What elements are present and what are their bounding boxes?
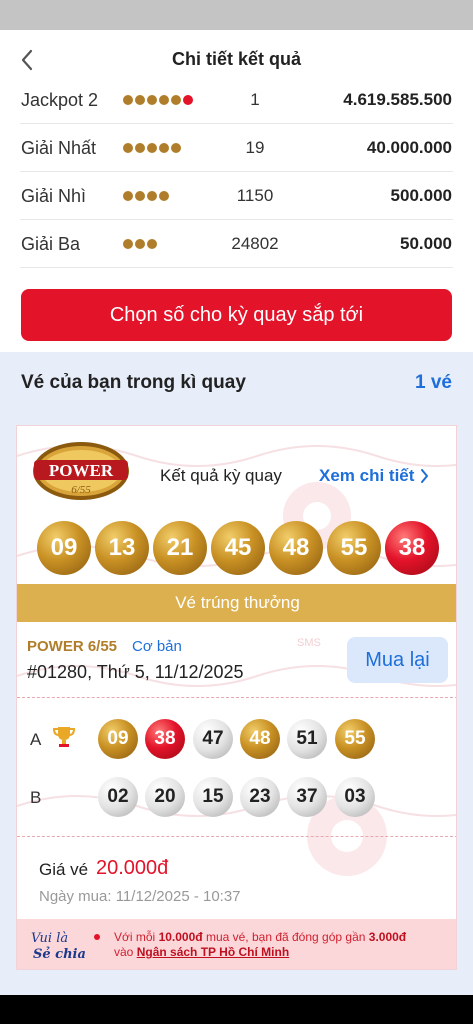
prize-winners: 24802 [231,234,279,253]
slogan-logo: Vui là Sẻ chia [31,931,100,962]
rebuy-button[interactable]: Mua lại [347,637,448,683]
game-name: POWER 6/55 [27,638,118,655]
result-label: Kết quả kỳ quay [160,466,282,485]
win-banner: Vé trúng thưởng [17,584,456,622]
result-ball: 55 [327,521,381,575]
footer-amount: 10.000đ [158,930,203,944]
purchase-date: Ngày mua: 11/12/2025 - 10:37 [39,888,241,905]
prize-winners: 1150 [236,186,274,205]
gold-dot [123,191,133,201]
tickets-title: Vé của bạn trong kì quay [21,372,246,393]
power-655-logo: POWER 6/55 [33,442,129,500]
ticket-ball: 23 [240,777,280,817]
prize-name: Giải Ba [21,234,81,254]
prize-amount: 40.000.000 [366,138,452,157]
ticket-card: SMS POWER 6/55 Kết quả kỳ quay Xem chi t… [16,425,457,970]
ticket-ball: 09 [98,719,138,759]
contribution-banner: Vui là Sẻ chia Với mỗi 10.000đ mua vé, b… [17,919,456,969]
gold-dot [147,95,157,105]
view-detail-link[interactable]: Xem chi tiết [319,466,429,486]
gold-dot [123,95,133,105]
gold-dot [147,143,157,153]
price-value: 20.000đ [96,857,169,879]
footer-vao: vào [114,945,134,959]
svg-text:6/55: 6/55 [71,484,91,496]
result-ball: 21 [153,521,207,575]
svg-text:Sẻ chia: Sẻ chia [33,946,86,962]
svg-text:POWER: POWER [49,461,114,480]
svg-text:SMS: SMS [297,637,321,649]
gold-dot [123,143,133,153]
footer-amount: 3.000đ [368,930,407,944]
chevron-left-icon [21,49,33,71]
ticket-ball: 20 [145,777,185,817]
svg-text:Vui là: Vui là [31,931,68,946]
dashed-divider [17,697,456,698]
prize-dots [123,239,157,249]
red-dot [183,95,193,105]
prize-dots [123,143,181,153]
ticket-ball: 38 [145,719,185,759]
view-detail-label: Xem chi tiết [319,466,415,485]
gold-dot [135,191,145,201]
gold-dot [159,191,169,201]
result-ball: 45 [211,521,265,575]
ticket-ball: 48 [240,719,280,759]
prize-amount: 500.000 [390,186,452,205]
gold-dot [171,95,181,105]
prize-row: Jackpot 2 1 4.619.585.500 [20,76,453,124]
gold-dot [147,239,157,249]
prize-row: Giải Ba 24802 50.000 [20,220,453,268]
power-ball: 38 [385,521,439,575]
navigation-bar [0,995,473,1024]
ticket-ball: 03 [335,777,375,817]
ticket-count[interactable]: 1 vé [415,372,452,394]
gold-dot [159,95,169,105]
gold-dot [159,143,169,153]
prize-row: Giải Nhất 19 40.000.000 [20,124,453,172]
ticket-ball: 51 [287,719,327,759]
prize-amount: 4.619.585.500 [343,90,452,109]
prize-row: Giải Nhì 1150 500.000 [20,172,453,220]
prize-dots [123,191,169,201]
price-label: Giá vé [39,860,89,879]
pick-numbers-button[interactable]: Chọn số cho kỳ quay sắp tới [21,289,452,341]
chevron-right-icon [421,469,429,483]
prize-winners: 1 [250,90,260,109]
gold-dot [171,143,181,153]
gold-dot [135,95,145,105]
dashed-divider [17,836,456,837]
status-bar [0,0,473,30]
prize-name: Giải Nhất [21,138,97,158]
trophy-icon [53,727,75,747]
gold-dot [135,239,145,249]
ticket-ball: 55 [335,719,375,759]
row-letter: A [30,730,42,749]
back-button[interactable] [14,47,40,73]
result-ball: 48 [269,521,323,575]
ticket-ball: 37 [287,777,327,817]
prize-winners: 19 [245,138,265,157]
result-ball: 13 [95,521,149,575]
ticket-ball: 15 [193,777,233,817]
footer-prefix: Với mỗi [114,930,156,944]
footer-middle: mua vé, bạn đã đóng góp gần [205,930,366,944]
gold-dot [147,191,157,201]
draw-info: #01280, Thứ 5, 11/12/2025 [27,662,244,682]
gold-dot [135,143,145,153]
page-title: Chi tiết kết quả [171,48,301,69]
contribution-text: Với mỗi 10.000đ mua vé, bạn đã đóng góp … [114,930,452,960]
prize-dots [123,95,193,105]
budget-link[interactable]: Ngân sách TP Hồ Chí Minh [137,945,289,959]
prize-amount: 50.000 [400,234,452,253]
gold-dot [123,239,133,249]
prize-name: Giải Nhì [21,186,87,206]
ticket-ball: 47 [193,719,233,759]
result-ball: 09 [37,521,91,575]
game-type: Cơ bản [132,638,182,655]
ticket-ball: 02 [98,777,138,817]
row-letter: B [30,788,42,807]
prize-name: Jackpot 2 [21,90,99,110]
